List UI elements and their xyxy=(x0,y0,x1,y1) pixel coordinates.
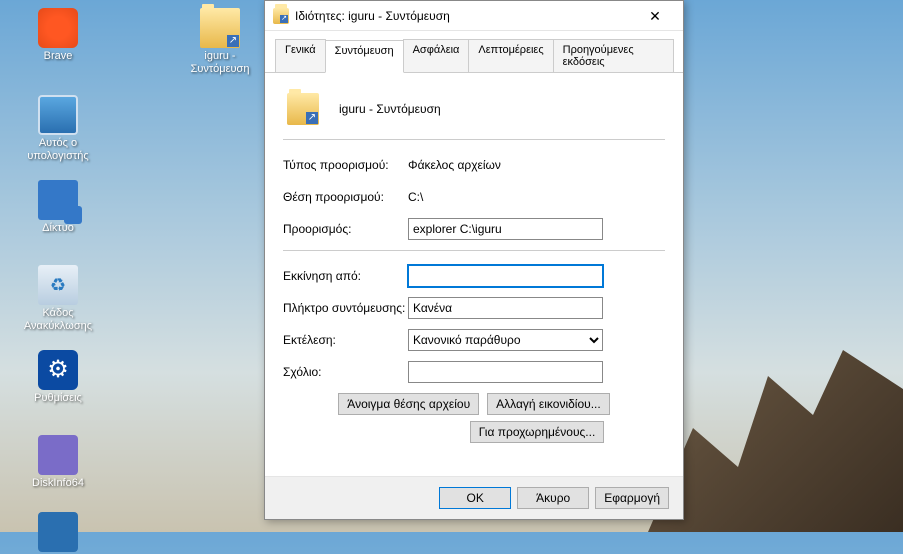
label-target-location: Θέση προορισμού: xyxy=(283,190,408,204)
label-comment: Σχόλιο: xyxy=(283,365,408,379)
shortcut-key-input[interactable] xyxy=(408,297,603,319)
brave-icon xyxy=(38,8,78,48)
change-icon-button[interactable]: Αλλαγή εικονιδίου... xyxy=(487,393,610,415)
desktop-icon-label: Δίκτυο xyxy=(18,222,98,235)
apply-button[interactable]: Εφαρμογή xyxy=(595,487,669,509)
tab-shortcut[interactable]: Συντόμευση xyxy=(325,40,404,73)
desktop-icon-diskinfo[interactable]: DiskInfo64 xyxy=(18,435,98,490)
titlebar[interactable]: ↗ Ιδιότητες: iguru - Συντόμευση ✕ xyxy=(265,1,683,31)
label-target: Προορισμός: xyxy=(283,222,408,236)
dialog-footer: OK Άκυρο Εφαρμογή xyxy=(265,476,683,519)
target-input[interactable] xyxy=(408,218,603,240)
cancel-button[interactable]: Άκυρο xyxy=(517,487,589,509)
folder-shortcut-icon: ↗ xyxy=(200,8,240,48)
ok-button[interactable]: OK xyxy=(439,487,511,509)
open-file-location-button[interactable]: Άνοιγμα θέσης αρχείου xyxy=(338,393,479,415)
recycle-bin-icon xyxy=(38,265,78,305)
network-icon xyxy=(38,180,78,220)
value-target-type: Φάκελος αρχείων xyxy=(408,158,665,172)
app-icon xyxy=(38,512,78,552)
tab-previous-versions[interactable]: Προηγούμενες εκδόσεις xyxy=(553,39,674,72)
comment-input[interactable] xyxy=(408,361,603,383)
close-button[interactable]: ✕ xyxy=(635,2,675,30)
desktop-icon-settings[interactable]: Ρυθμίσεις xyxy=(18,350,98,405)
desktop-icon-label: DiskInfo64 xyxy=(18,477,98,490)
tab-general[interactable]: Γενικά xyxy=(275,39,326,72)
folder-shortcut-icon: ↗ xyxy=(287,93,319,125)
desktop-icon-brave[interactable]: Brave xyxy=(18,8,98,63)
tab-body: ↗ iguru - Συντόμευση Τύπος προορισμού: Φ… xyxy=(265,73,683,461)
label-shortcut-key: Πλήκτρο συντόμευσης: xyxy=(283,301,408,315)
desktop-icon-label: Κάδος Ανακύκλωσης xyxy=(18,307,98,333)
desktop-icon-other[interactable] xyxy=(18,512,98,554)
desktop-icon-label: Brave xyxy=(18,50,98,63)
desktop-icon-label: iguru - Συντόμευση xyxy=(180,50,260,76)
properties-dialog: ↗ Ιδιότητες: iguru - Συντόμευση ✕ Γενικά… xyxy=(264,0,684,520)
value-target-location: C:\ xyxy=(408,190,665,204)
tab-details[interactable]: Λεπτομέρειες xyxy=(468,39,553,72)
run-select[interactable]: Κανονικό παράθυρο xyxy=(408,329,603,351)
pc-icon xyxy=(38,95,78,135)
desktop-icon-recycle-bin[interactable]: Κάδος Ανακύκλωσης xyxy=(18,265,98,333)
label-run: Εκτέλεση: xyxy=(283,333,408,347)
label-target-type: Τύπος προορισμού: xyxy=(283,158,408,172)
tab-security[interactable]: Ασφάλεια xyxy=(403,39,470,72)
desktop-icon-label: Ρυθμίσεις xyxy=(18,392,98,405)
shortcut-name: iguru - Συντόμευση xyxy=(339,102,441,116)
window-title: Ιδιότητες: iguru - Συντόμευση xyxy=(295,9,635,23)
desktop-icon-this-pc[interactable]: Αυτός ο υπολογιστής xyxy=(18,95,98,163)
folder-icon: ↗ xyxy=(273,8,289,24)
advanced-button[interactable]: Για προχωρημένους... xyxy=(470,421,605,443)
label-start-in: Εκκίνηση από: xyxy=(283,269,408,283)
gear-icon xyxy=(38,350,78,390)
disk-icon xyxy=(38,435,78,475)
desktop-icon-network[interactable]: Δίκτυο xyxy=(18,180,98,235)
tab-strip: Γενικά Συντόμευση Ασφάλεια Λεπτομέρειες … xyxy=(265,31,683,73)
desktop-icon-iguru[interactable]: ↗ iguru - Συντόμευση xyxy=(180,8,260,76)
desktop-icon-label: Αυτός ο υπολογιστής xyxy=(18,137,98,163)
start-in-input[interactable] xyxy=(408,265,603,287)
